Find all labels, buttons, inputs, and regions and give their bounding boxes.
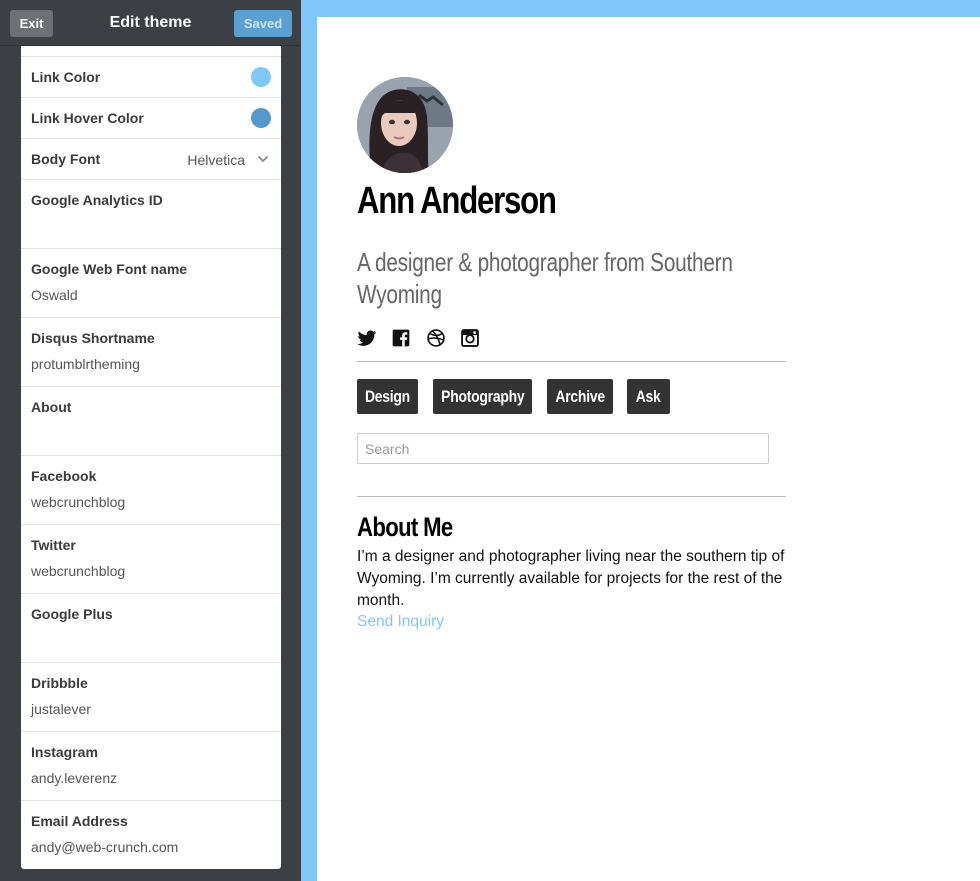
setting-link-hover-color[interactable]: Link Hover Color (21, 98, 281, 139)
setting-twitter[interactable]: Twitter webcrunchblog (21, 525, 281, 594)
blog-tagline: A designer & photographer from Southern … (357, 247, 733, 309)
setting-label: Disqus Shortname (31, 330, 155, 346)
nav-ask-button[interactable]: Ask (627, 379, 670, 414)
setting-value[interactable]: andy@web-crunch.com (31, 839, 271, 855)
body-font-select-value[interactable]: Helvetica (187, 152, 245, 168)
setting-label: Google Analytics ID (31, 192, 163, 208)
nav-design-button[interactable]: Design (357, 379, 418, 414)
setting-dribbble[interactable]: Dribbble justalever (21, 663, 281, 732)
setting-value[interactable]: protumblrtheming (31, 356, 271, 372)
setting-label: Twitter (31, 537, 76, 553)
nav-label: Photography (440, 386, 525, 406)
setting-google-web-font[interactable]: Google Web Font name Oswald (21, 249, 281, 318)
setting-instagram[interactable]: Instagram andy.leverenz (21, 732, 281, 801)
facebook-icon[interactable] (391, 328, 411, 348)
setting-body-font[interactable]: Body Font Helvetica (21, 139, 281, 180)
setting-disqus-shortname[interactable]: Disqus Shortname protumblrtheming (21, 318, 281, 387)
twitter-icon[interactable] (357, 328, 377, 348)
nav-label: Design (364, 386, 410, 406)
setting-link-color[interactable]: Link Color (21, 57, 281, 98)
setting-label: About (31, 399, 72, 415)
blog-title: Ann Anderson (357, 180, 557, 222)
settings-panel: Link Color Link Hover Color Body Font He… (21, 46, 281, 869)
setting-value[interactable]: webcrunchblog (31, 494, 271, 510)
link-color-swatch[interactable] (251, 67, 271, 87)
setting-label: Email Address (31, 813, 128, 829)
nav-archive-button[interactable]: Archive (547, 379, 613, 414)
setting-label: Body Font (31, 151, 101, 167)
avatar (357, 77, 453, 173)
editor-topbar: Exit Edit theme Saved (0, 0, 301, 46)
setting-label: Facebook (31, 468, 97, 484)
setting-label: Dribbble (31, 675, 88, 691)
dribbble-icon[interactable] (426, 328, 446, 348)
about-heading: About Me (357, 512, 453, 542)
nav-photography-button[interactable]: Photography (433, 379, 532, 414)
send-inquiry-link[interactable]: Send Inquiry (357, 613, 444, 631)
avatar-photo (357, 77, 453, 173)
setting-value[interactable]: andy.leverenz (31, 770, 271, 786)
setting-label: Google Plus (31, 606, 113, 622)
link-hover-color-swatch[interactable] (251, 108, 271, 128)
nav-label: Ask (636, 386, 661, 406)
divider (357, 496, 786, 497)
setting-google-analytics-id[interactable]: Google Analytics ID (21, 180, 281, 249)
chevron-down-icon[interactable] (257, 153, 269, 165)
search-input[interactable] (357, 433, 769, 464)
setting-label: Instagram (31, 744, 98, 760)
setting-value[interactable]: Oswald (31, 287, 271, 303)
setting-email-address[interactable]: Email Address andy@web-crunch.com (21, 801, 281, 869)
setting-facebook[interactable]: Facebook webcrunchblog (21, 456, 281, 525)
setting-google-plus[interactable]: Google Plus (21, 594, 281, 663)
setting-label: Link Color (31, 69, 101, 85)
setting-value[interactable]: justalever (31, 701, 271, 717)
setting-label: Google Web Font name (31, 261, 188, 277)
about-text: I’m a designer and photographer living n… (357, 548, 785, 609)
setting-label: Link Hover Color (31, 110, 144, 126)
divider (357, 361, 786, 362)
setting-about[interactable]: About (21, 387, 281, 456)
instagram-icon[interactable] (460, 328, 480, 348)
theme-editor-sidebar: Exit Edit theme Saved Link Color Link Ho… (0, 0, 301, 881)
saved-button[interactable]: Saved (234, 10, 292, 37)
nav-label: Archive (555, 386, 605, 406)
setting-value[interactable]: webcrunchblog (31, 563, 271, 579)
settings-row-top (21, 46, 281, 57)
